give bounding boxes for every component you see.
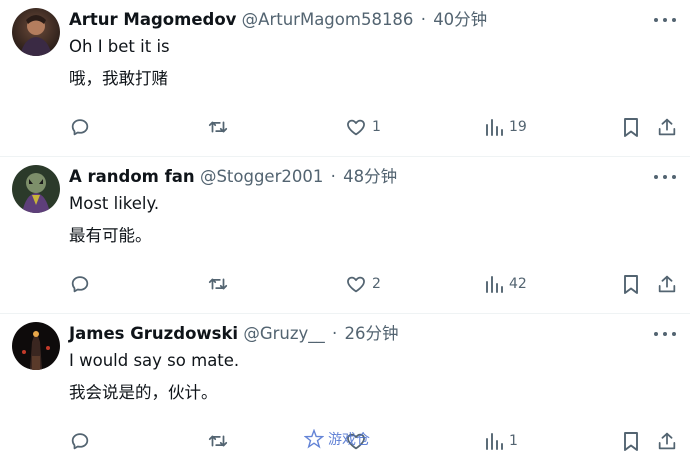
author-handle[interactable]: @Gruzy__ bbox=[243, 324, 324, 343]
views-button[interactable]: 19 bbox=[484, 114, 527, 140]
bookmark-button[interactable] bbox=[621, 114, 641, 140]
like-button[interactable]: 2 bbox=[345, 271, 381, 297]
star-logo-icon bbox=[304, 429, 324, 449]
tweet-text: I would say so mate. bbox=[69, 351, 240, 370]
tweet-translation: 最有可能。 bbox=[69, 226, 152, 245]
author-name[interactable]: James Gruzdowski bbox=[69, 324, 238, 343]
action-bar: 1 19 bbox=[0, 114, 690, 140]
tweet-header: A random fan @Stogger2001 · 48分钟 bbox=[69, 166, 640, 188]
reply-icon bbox=[71, 276, 89, 293]
separator-dot: · bbox=[332, 324, 338, 343]
views-count: 42 bbox=[509, 276, 527, 292]
bookmark-icon bbox=[624, 118, 638, 137]
views-count: 19 bbox=[509, 119, 527, 135]
share-button[interactable] bbox=[656, 271, 678, 297]
like-count: 2 bbox=[372, 276, 381, 292]
reply-icon bbox=[71, 433, 89, 450]
avatar[interactable] bbox=[12, 322, 60, 370]
retweet-button[interactable] bbox=[206, 114, 230, 140]
views-icon bbox=[486, 119, 503, 136]
reply-icon bbox=[71, 119, 89, 136]
more-icon[interactable] bbox=[654, 167, 676, 187]
more-icon[interactable] bbox=[654, 324, 676, 344]
like-button[interactable]: 1 bbox=[345, 114, 381, 140]
watermark-text: 游戏仓 bbox=[328, 432, 370, 448]
tweet-text: Oh I bet it is bbox=[69, 37, 170, 56]
tweet-item[interactable]: Artur Magomedov @ArturMagom58186 · 40分钟 … bbox=[0, 0, 690, 155]
views-icon bbox=[486, 276, 503, 293]
reply-button[interactable] bbox=[69, 114, 91, 140]
tweet-translation: 哦，我敢打赌 bbox=[69, 69, 168, 88]
share-icon bbox=[658, 432, 676, 450]
timestamp[interactable]: 26分钟 bbox=[345, 324, 399, 343]
separator-dot: · bbox=[420, 10, 426, 29]
retweet-icon bbox=[208, 121, 228, 133]
avatar[interactable] bbox=[12, 8, 60, 56]
heart-icon bbox=[347, 276, 365, 293]
reply-feed: Artur Magomedov @ArturMagom58186 · 40分钟 … bbox=[0, 0, 690, 469]
timestamp[interactable]: 40分钟 bbox=[433, 10, 487, 29]
share-button[interactable] bbox=[656, 428, 678, 454]
tweet-header: Artur Magomedov @ArturMagom58186 · 40分钟 bbox=[69, 9, 640, 31]
views-count: 1 bbox=[509, 433, 518, 449]
heart-icon bbox=[347, 119, 365, 136]
action-bar: 2 42 bbox=[0, 271, 690, 297]
tweet-translation: 我会说是的，伙计。 bbox=[69, 383, 218, 402]
tweet-text: Most likely. bbox=[69, 194, 160, 213]
bookmark-button[interactable] bbox=[621, 428, 641, 454]
separator-dot: · bbox=[330, 167, 336, 186]
author-handle[interactable]: @Stogger2001 bbox=[200, 167, 323, 186]
reply-button[interactable] bbox=[69, 428, 91, 454]
views-icon bbox=[486, 433, 503, 450]
avatar[interactable] bbox=[12, 165, 60, 213]
timestamp[interactable]: 48分钟 bbox=[343, 167, 397, 186]
tweet-item[interactable]: A random fan @Stogger2001 · 48分钟 Most li… bbox=[0, 157, 690, 312]
like-count: 1 bbox=[372, 119, 381, 135]
share-icon bbox=[658, 275, 676, 293]
retweet-button[interactable] bbox=[206, 428, 230, 454]
author-handle[interactable]: @ArturMagom58186 bbox=[242, 10, 414, 29]
retweet-icon bbox=[208, 278, 228, 290]
more-icon[interactable] bbox=[654, 10, 676, 30]
retweet-icon bbox=[208, 435, 228, 447]
author-name[interactable]: A random fan bbox=[69, 167, 195, 186]
tweet-header: James Gruzdowski @Gruzy__ · 26分钟 bbox=[69, 323, 640, 345]
watermark: 游戏仓 bbox=[304, 428, 370, 450]
bookmark-icon bbox=[624, 432, 638, 451]
author-name[interactable]: Artur Magomedov bbox=[69, 10, 236, 29]
views-button[interactable]: 1 bbox=[484, 428, 518, 454]
share-button[interactable] bbox=[656, 114, 678, 140]
bookmark-button[interactable] bbox=[621, 271, 641, 297]
bookmark-icon bbox=[624, 275, 638, 294]
retweet-button[interactable] bbox=[206, 271, 230, 297]
share-icon bbox=[658, 118, 676, 136]
views-button[interactable]: 42 bbox=[484, 271, 527, 297]
reply-button[interactable] bbox=[69, 271, 91, 297]
